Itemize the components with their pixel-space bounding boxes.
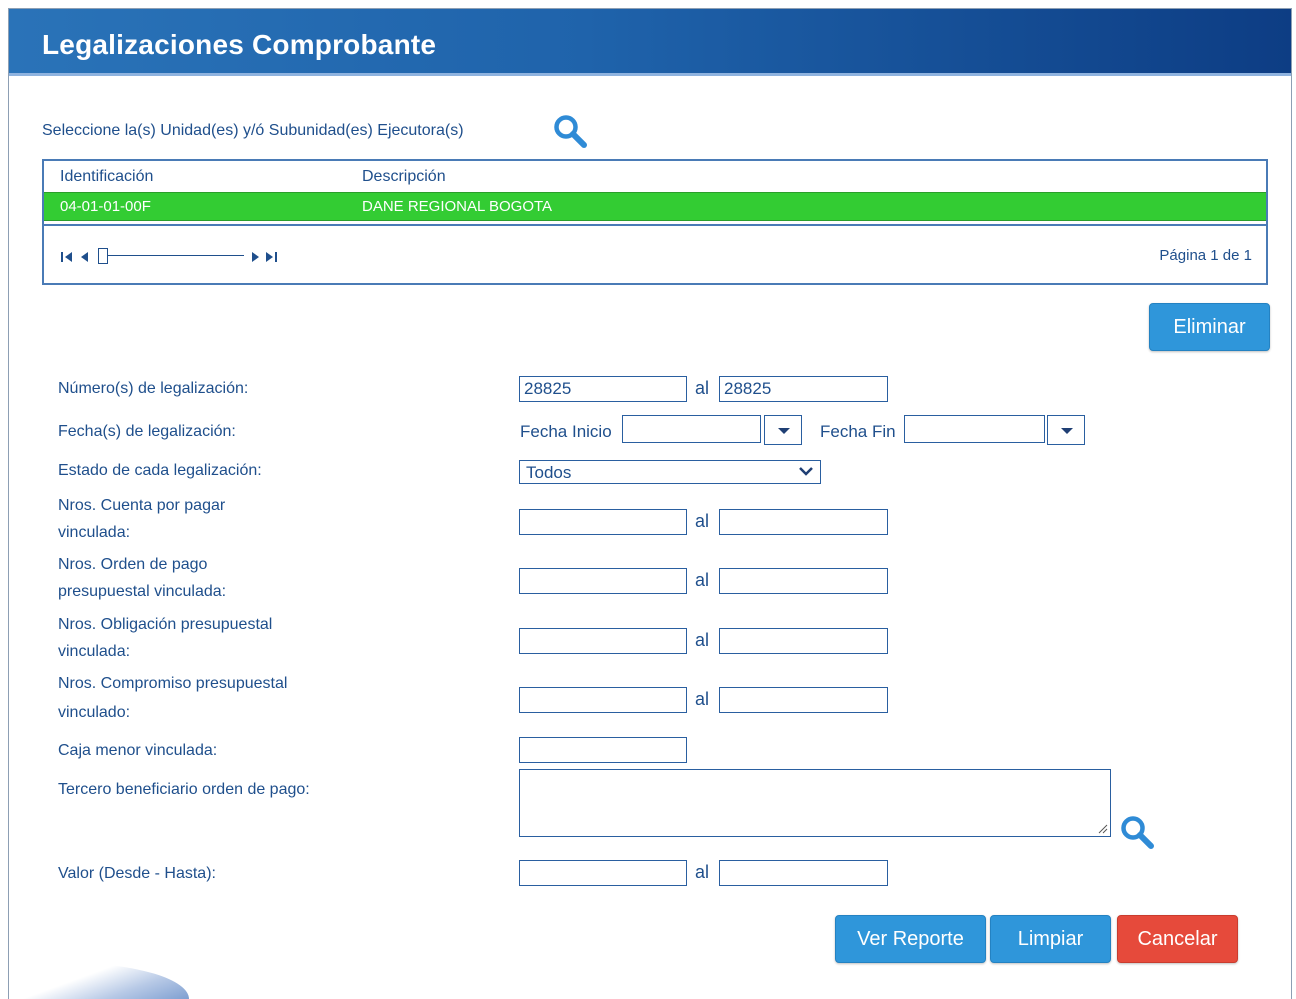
compromiso-label-line1: Nros. Compromiso presupuestal [58,675,288,692]
compromiso-label-line2: vinculado: [58,704,131,721]
tercero-label: Tercero beneficiario orden de pago: [58,781,310,798]
valor-label: Valor (Desde - Hasta): [58,865,216,882]
fecha-fin-dropdown-icon[interactable] [1047,415,1085,445]
fecha-inicio-input[interactable] [622,415,761,443]
chevron-down-icon [799,467,813,476]
column-header-identificacion: Identificación [60,168,154,185]
last-page-icon[interactable] [264,250,278,264]
tercero-textarea[interactable] [519,769,1111,837]
numero-label: Número(s) de legalización: [58,380,249,397]
compromiso-from-input[interactable] [519,687,687,713]
title-bar: Legalizaciones Comprobante [9,9,1291,76]
cell-identificacion: 04-01-01-00F [60,198,151,215]
cuenta-pagar-sep: al [695,511,710,531]
select-units-label: Seleccione la(s) Unidad(es) y/ó Subunida… [42,122,464,139]
units-grid: Identificación Descripción 04-01-01-00F … [42,159,1268,285]
cancelar-button[interactable]: Cancelar [1117,915,1238,963]
estado-select-value: Todos [526,463,572,482]
resize-grip-icon[interactable] [1096,822,1108,834]
compromiso-to-input[interactable] [719,687,888,713]
cuenta-pagar-label-line1: Nros. Cuenta por pagar [58,497,226,514]
fecha-inicio-dropdown-icon[interactable] [764,415,802,445]
magnifier-icon[interactable] [552,113,588,149]
compromiso-sep: al [695,689,710,709]
obligacion-label-line1: Nros. Obligación presupuestal [58,616,273,633]
pager [60,246,292,268]
limpiar-button[interactable]: Limpiar [990,915,1111,963]
orden-pago-label-line2: presupuestal vinculada: [58,583,227,600]
cuenta-pagar-from-input[interactable] [519,509,687,535]
report-window: Legalizaciones Comprobante Seleccione la… [8,8,1292,999]
decorative-corner [9,963,189,999]
orden-pago-from-input[interactable] [519,568,687,594]
fecha-fin-label: Fecha Fin [820,422,896,441]
prev-page-icon[interactable] [78,250,90,264]
cell-descripcion: DANE REGIONAL BOGOTA [362,198,553,215]
obligacion-to-input[interactable] [719,628,888,654]
orden-pago-to-input[interactable] [719,568,888,594]
page-slider-thumb[interactable] [98,248,108,264]
first-page-icon[interactable] [60,250,74,264]
numero-from-input[interactable] [519,376,687,402]
valor-from-input[interactable] [519,860,687,886]
tercero-search-icon[interactable] [1119,814,1155,850]
fecha-inicio-label: Fecha Inicio [520,422,612,441]
next-page-icon[interactable] [250,250,262,264]
valor-to-input[interactable] [719,860,888,886]
orden-pago-sep: al [695,570,710,590]
window-title: Legalizaciones Comprobante [42,29,437,60]
cuenta-pagar-label-line2: vinculada: [58,524,131,541]
table-row[interactable]: 04-01-01-00F DANE REGIONAL BOGOTA [44,192,1266,221]
page-slider-track[interactable] [98,255,244,256]
caja-menor-label: Caja menor vinculada: [58,742,218,759]
delete-button[interactable]: Eliminar [1149,303,1270,351]
valor-sep: al [695,862,710,882]
obligacion-from-input[interactable] [519,628,687,654]
obligacion-sep: al [695,630,710,650]
numero-to-input[interactable] [719,376,888,402]
ver-reporte-button[interactable]: Ver Reporte [835,915,986,963]
grid-divider [44,224,1266,226]
fecha-label: Fecha(s) de legalización: [58,423,236,440]
estado-select[interactable]: Todos [519,460,821,484]
estado-label: Estado de cada legalización: [58,462,262,479]
caja-menor-input[interactable] [519,737,687,763]
cuenta-pagar-to-input[interactable] [719,509,888,535]
numero-sep: al [695,378,710,398]
page-info: Página 1 de 1 [1159,247,1252,264]
orden-pago-label-line1: Nros. Orden de pago [58,556,208,573]
column-header-descripcion: Descripción [362,168,446,185]
obligacion-label-line2: vinculada: [58,643,131,660]
fecha-fin-input[interactable] [904,415,1045,443]
